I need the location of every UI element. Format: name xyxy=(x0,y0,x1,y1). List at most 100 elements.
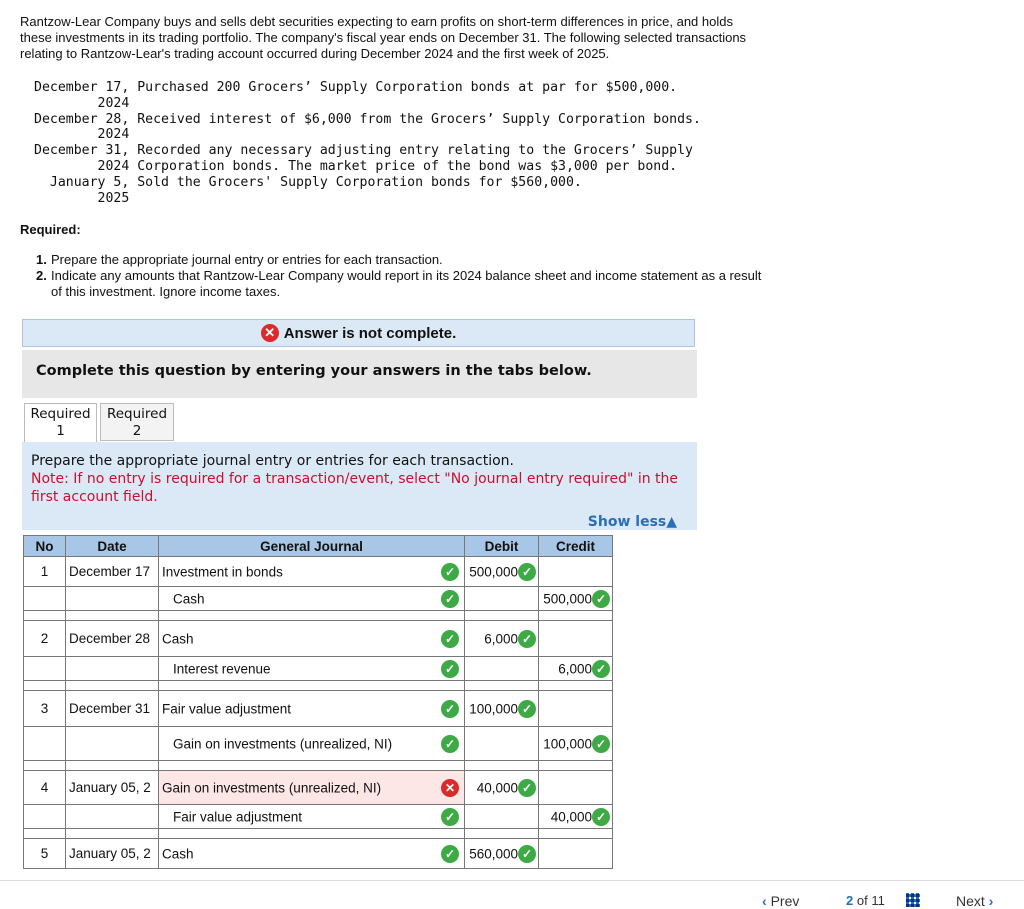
spacer-row xyxy=(23,828,613,839)
check-icon: ✓ xyxy=(518,699,536,718)
debit-amount: 560,000 xyxy=(469,846,518,861)
table-row: 1 December 17 Investment in bonds ✓ 500,000 ✓ xyxy=(23,556,613,587)
table-row: Cash ✓ 500,000 ✓ xyxy=(23,586,613,611)
date-cell[interactable]: December 28 xyxy=(65,620,159,657)
debit-cell[interactable]: 560,000 ✓ xyxy=(464,838,539,869)
tab-required-2[interactable]: Required 2 xyxy=(100,403,174,441)
credit-amount: 6,000 xyxy=(558,661,592,676)
table-row: Fair value adjustment ✓ 40,000 ✓ xyxy=(23,804,613,829)
spacer-cell xyxy=(65,610,159,621)
required-item: 2. Indicate any amounts that Rantzow-Lea… xyxy=(36,268,766,300)
date-cell[interactable] xyxy=(65,586,159,611)
debit-amount: 6,000 xyxy=(484,631,518,646)
account-cell[interactable]: Fair value adjustment ✓ xyxy=(158,804,465,829)
credit-cell[interactable] xyxy=(538,770,613,805)
required-item: 1. Prepare the appropriate journal entry… xyxy=(36,252,766,268)
spacer-cell xyxy=(23,680,66,691)
debit-cell[interactable]: 40,000 ✓ xyxy=(464,770,539,805)
account-cell[interactable]: Interest revenue ✓ xyxy=(158,656,465,681)
check-icon: ✓ xyxy=(518,778,536,797)
date-cell[interactable] xyxy=(65,726,159,761)
spacer-cell xyxy=(65,828,159,839)
check-icon: ✓ xyxy=(592,659,610,678)
entry-number-cell: 3 xyxy=(23,690,66,727)
header-general-journal: General Journal xyxy=(158,535,465,557)
spacer-cell xyxy=(65,760,159,771)
spacer-cell xyxy=(65,680,159,691)
account-cell[interactable]: Cash ✓ xyxy=(158,838,465,869)
page-indicator[interactable]: 2 of 11 xyxy=(846,893,885,908)
debit-amount: 40,000 xyxy=(476,780,518,795)
spacer-row xyxy=(23,680,613,691)
debit-cell[interactable]: 100,000 ✓ xyxy=(464,690,539,727)
credit-cell[interactable]: 6,000 ✓ xyxy=(538,656,613,681)
debit-cell[interactable]: 6,000 ✓ xyxy=(464,620,539,657)
debit-cell[interactable] xyxy=(464,586,539,611)
check-icon: ✓ xyxy=(441,562,459,581)
tabs-instructions: Complete this question by entering your … xyxy=(22,350,697,398)
credit-cell[interactable] xyxy=(538,620,613,657)
header-no: No xyxy=(23,535,66,557)
account-name: Fair value adjustment xyxy=(162,701,292,716)
account-cell[interactable]: Fair value adjustment ✓ xyxy=(158,690,465,727)
required-item-text: Prepare the appropriate journal entry or… xyxy=(51,252,443,267)
show-less-link[interactable]: Show less▲ xyxy=(588,513,677,531)
date-cell[interactable] xyxy=(65,804,159,829)
spacer-cell xyxy=(464,828,539,839)
error-x-icon: ✕ xyxy=(441,778,459,797)
spacer-cell xyxy=(23,828,66,839)
date-cell[interactable]: January 05, 2 xyxy=(65,770,159,805)
entry-number-cell xyxy=(23,586,66,611)
date-cell[interactable]: January 05, 2 xyxy=(65,838,159,869)
account-name: Investment in bonds xyxy=(162,564,283,579)
credit-cell[interactable]: 100,000 ✓ xyxy=(538,726,613,761)
account-cell[interactable]: Cash ✓ xyxy=(158,586,465,611)
account-name: Fair value adjustment xyxy=(173,809,303,824)
date-cell[interactable]: December 17 xyxy=(65,556,159,587)
account-cell[interactable]: Gain on investments (unrealized, NI) ✓ xyxy=(158,726,465,761)
panel-note: Note: If no entry is required for a tran… xyxy=(31,471,679,505)
account-cell[interactable]: Gain on investments (unrealized, NI) ✕ xyxy=(158,770,465,805)
spacer-cell xyxy=(23,760,66,771)
account-cell[interactable]: Investment in bonds ✓ xyxy=(158,556,465,587)
entry-number-cell xyxy=(23,804,66,829)
spacer-cell xyxy=(23,610,66,621)
spacer-cell xyxy=(538,828,613,839)
problem-intro: Rantzow-Lear Company buys and sells debt… xyxy=(20,14,747,61)
check-icon: ✓ xyxy=(441,807,459,826)
debit-amount: 100,000 xyxy=(469,701,518,716)
credit-cell[interactable]: 500,000 ✓ xyxy=(538,586,613,611)
account-name: Cash xyxy=(173,591,205,606)
spacer-cell xyxy=(158,680,465,691)
credit-cell[interactable] xyxy=(538,556,613,587)
date-cell[interactable]: December 31 xyxy=(65,690,159,727)
entry-number-cell: 4 xyxy=(23,770,66,805)
entry-number-cell xyxy=(23,656,66,681)
error-x-icon: ✕ xyxy=(260,324,279,342)
account-name: Interest revenue xyxy=(173,661,271,676)
account-cell[interactable]: Cash ✓ xyxy=(158,620,465,657)
spacer-cell xyxy=(158,760,465,771)
banner-text: Answer is not complete. xyxy=(283,324,457,342)
credit-cell[interactable] xyxy=(538,838,613,869)
check-icon: ✓ xyxy=(518,629,536,648)
required-list: 1. Prepare the appropriate journal entry… xyxy=(36,252,766,300)
debit-cell[interactable] xyxy=(464,726,539,761)
date-cell[interactable] xyxy=(65,656,159,681)
spacer-cell xyxy=(464,760,539,771)
tab-required-1[interactable]: Required 1 xyxy=(24,403,97,443)
spacer-cell xyxy=(158,610,465,621)
debit-cell[interactable] xyxy=(464,804,539,829)
credit-amount: 40,000 xyxy=(550,809,592,824)
transactions-list: December 17, Purchased 200 Grocers’ Supp… xyxy=(34,80,701,206)
debit-amount: 500,000 xyxy=(469,564,518,579)
debit-cell[interactable]: 500,000 ✓ xyxy=(464,556,539,587)
required-item-number: 2. xyxy=(36,268,47,283)
spacer-cell xyxy=(538,610,613,621)
grid-icon[interactable] xyxy=(906,893,920,907)
check-icon: ✓ xyxy=(441,629,459,648)
credit-cell[interactable]: 40,000 ✓ xyxy=(538,804,613,829)
debit-cell[interactable] xyxy=(464,656,539,681)
credit-cell[interactable] xyxy=(538,690,613,727)
check-icon: ✓ xyxy=(518,562,536,581)
